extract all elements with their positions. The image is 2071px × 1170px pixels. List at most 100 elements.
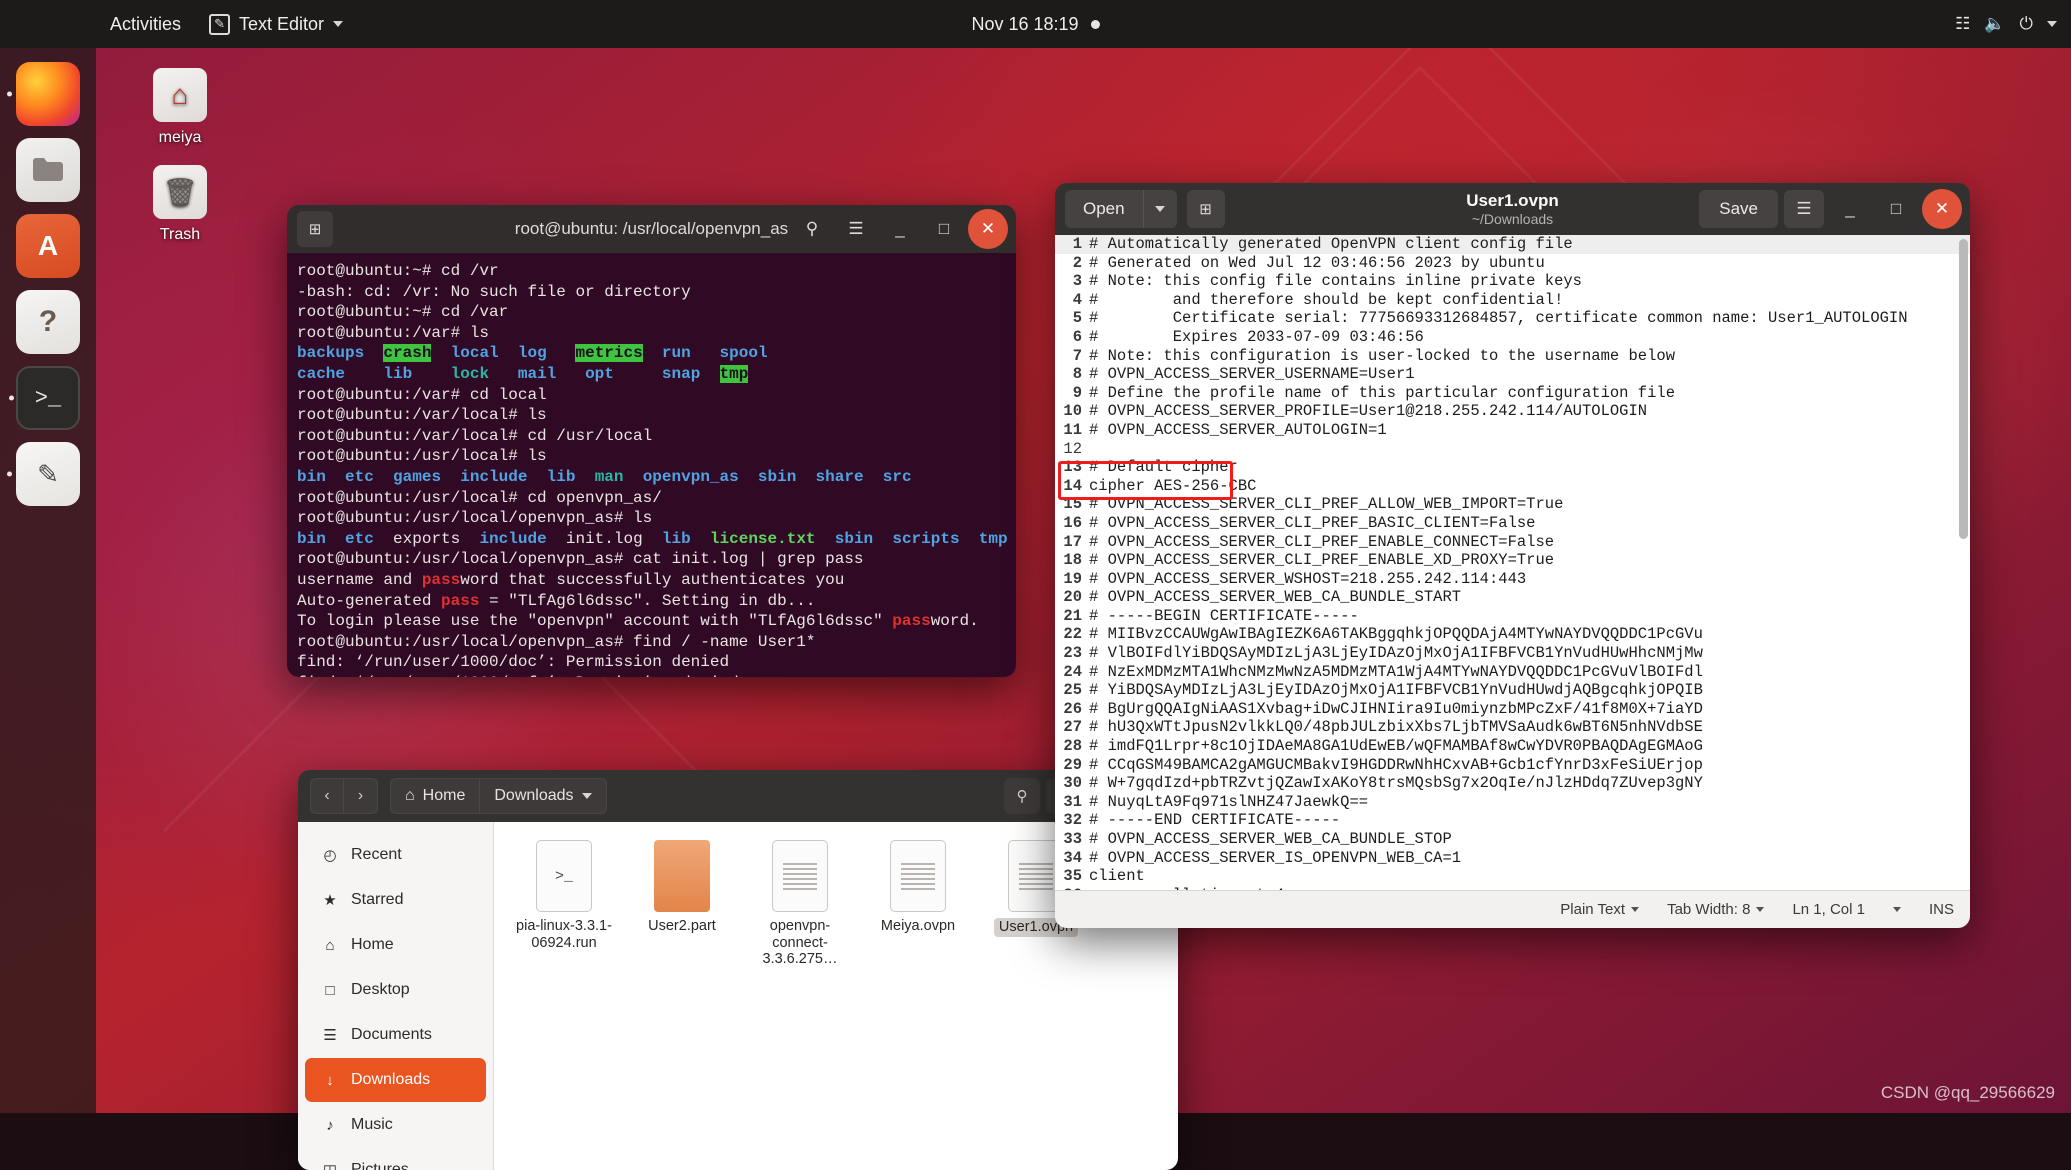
vertical-scrollbar[interactable]: [1959, 239, 1968, 539]
dock-item-firefox[interactable]: [16, 62, 80, 126]
desktop-icon-label: Trash: [125, 226, 235, 244]
file-item-label: openvpn-connect-3.3.6.275…: [763, 918, 838, 967]
system-tray[interactable]: ☷ 🔈 ⏻: [1955, 14, 2057, 34]
home-folder-icon: ⌂: [153, 68, 207, 122]
sidebar-item-desktop[interactable]: □Desktop: [305, 968, 486, 1012]
dock-item-ubuntu-software[interactable]: A: [16, 214, 80, 278]
clock-button[interactable]: Nov 16 18:19: [971, 14, 1099, 35]
chevron-down-icon: [333, 21, 343, 27]
code-line: 15# OVPN_ACCESS_SERVER_CLI_PREF_ALLOW_WE…: [1055, 495, 1970, 514]
dock-item-files[interactable]: [16, 138, 80, 202]
terminal-line: root@ubuntu:/usr/local/openvpn_as# cat i…: [297, 549, 1006, 570]
forward-button[interactable]: ›: [344, 778, 378, 814]
dock-item-text-editor[interactable]: ✎: [16, 442, 80, 506]
tab-width-selector[interactable]: Tab Width: 8: [1667, 901, 1764, 918]
terminal-window[interactable]: ⊞ root@ubuntu: /usr/local/openvpn_as ⚲ ☰…: [287, 205, 1016, 677]
code-line: 17# OVPN_ACCESS_SERVER_CLI_PREF_ENABLE_C…: [1055, 533, 1970, 552]
trash-icon: 🗑: [153, 165, 207, 219]
terminal-line: root@ubuntu:/var/local# ls: [297, 405, 1006, 426]
search-icon[interactable]: ⚲: [1004, 778, 1040, 814]
sidebar-item-recent[interactable]: ◴Recent: [305, 833, 486, 877]
sidebar-item-pictures[interactable]: ◰Pictures: [305, 1148, 486, 1170]
sidebar-item-home[interactable]: ⌂Home: [305, 923, 486, 967]
code-line: 35client: [1055, 867, 1970, 886]
line-number: 12: [1055, 440, 1089, 459]
desktop-icon-home-folder[interactable]: ⌂ meiya: [125, 68, 235, 147]
terminal-line: root@ubuntu:/var/local# cd /usr/local: [297, 426, 1006, 447]
code-text: # OVPN_ACCESS_SERVER_PROFILE=User1@218.2…: [1089, 402, 1647, 421]
breadcrumb-home[interactable]: ⌂ Home: [390, 778, 480, 814]
sidebar-item-label: Music: [351, 1116, 393, 1134]
text-editor-headerbar[interactable]: Open ⊞ User1.ovpn ~/Downloads Save ☰ _ □…: [1055, 183, 1970, 235]
file-item[interactable]: Meiya.ovpn: [862, 840, 974, 935]
open-button-group[interactable]: Open: [1065, 190, 1177, 228]
line-number: 27: [1055, 718, 1089, 737]
sidebar-item-documents[interactable]: ☰Documents: [305, 1013, 486, 1057]
terminal-line: bin etc exports include init.log lib lic…: [297, 529, 1006, 550]
save-button[interactable]: Save: [1699, 190, 1778, 228]
file-item[interactable]: >_pia-linux-3.3.1-06924.run: [508, 840, 620, 951]
terminal-search-icon[interactable]: ⚲: [792, 209, 832, 249]
terminal-maximize-button[interactable]: □: [924, 209, 964, 249]
open-button[interactable]: Open: [1065, 190, 1143, 228]
cursor-position[interactable]: Ln 1, Col 1: [1792, 901, 1901, 918]
star-icon: ★: [321, 891, 339, 909]
file-manager-window[interactable]: ‹ › ⌂ Home Downloads ⚲ ☰ ☰ ◴Recent★Starr…: [298, 770, 1178, 1170]
running-indicator-icon: [7, 92, 12, 97]
terminal-line: root@ubuntu:~# cd /var: [297, 302, 1006, 323]
hamburger-menu-icon[interactable]: ☰: [1784, 190, 1824, 228]
code-text: # OVPN_ACCESS_SERVER_WEB_CA_BUNDLE_STOP: [1089, 830, 1452, 849]
code-line: 7# Note: this configuration is user-lock…: [1055, 347, 1970, 366]
language-label: Plain Text: [1560, 901, 1625, 918]
dock-item-terminal[interactable]: >_: [16, 366, 80, 430]
file-item[interactable]: User2.part: [626, 840, 738, 935]
top-bar: Activities ✎ Text Editor Nov 16 18:19 ☷ …: [0, 0, 2071, 48]
code-text: # Automatically generated OpenVPN client…: [1089, 235, 1573, 254]
code-lines[interactable]: 1# Automatically generated OpenVPN clien…: [1055, 235, 1970, 890]
close-button[interactable]: ✕: [1922, 189, 1962, 229]
line-number: 21: [1055, 607, 1089, 626]
line-number: 35: [1055, 867, 1089, 886]
documents-icon: ☰: [321, 1026, 339, 1044]
code-line: 4# and therefore should be kept confiden…: [1055, 291, 1970, 310]
file-item[interactable]: openvpn-connect-3.3.6.275…: [744, 840, 856, 968]
new-tab-icon[interactable]: ⊞: [1187, 190, 1225, 228]
sidebar-item-starred[interactable]: ★Starred: [305, 878, 486, 922]
terminal-minimize-button[interactable]: _: [880, 209, 920, 249]
activities-button[interactable]: Activities: [96, 0, 195, 48]
app-menu-button[interactable]: ✎ Text Editor: [195, 0, 357, 48]
chevron-down-icon: [1756, 907, 1764, 912]
open-dropdown-button[interactable]: [1143, 190, 1177, 228]
line-number: 33: [1055, 830, 1089, 849]
terminal-output[interactable]: root@ubuntu:~# cd /vr-bash: cd: /vr: No …: [287, 253, 1016, 677]
dock-item-help[interactable]: ?: [16, 290, 80, 354]
text-editor-window[interactable]: Open ⊞ User1.ovpn ~/Downloads Save ☰ _ □…: [1055, 183, 1970, 928]
terminal-line: cache lib lock mail opt snap tmp: [297, 364, 1006, 385]
maximize-button[interactable]: □: [1876, 189, 1916, 229]
line-number: 24: [1055, 663, 1089, 682]
sidebar-item-music[interactable]: ♪Music: [305, 1103, 486, 1147]
terminal-close-button[interactable]: ✕: [968, 209, 1008, 249]
file-manager-headerbar[interactable]: ‹ › ⌂ Home Downloads ⚲ ☰ ☰: [298, 770, 1178, 822]
breadcrumb-downloads[interactable]: Downloads: [480, 778, 606, 814]
breadcrumb-label: Home: [423, 787, 466, 805]
text-editor-content[interactable]: 1# Automatically generated OpenVPN clien…: [1055, 235, 1970, 890]
sidebar-item-downloads[interactable]: ↓Downloads: [305, 1058, 486, 1102]
line-number: 7: [1055, 347, 1089, 366]
line-number: 3: [1055, 272, 1089, 291]
back-button[interactable]: ‹: [310, 778, 344, 814]
line-number: 11: [1055, 421, 1089, 440]
language-selector[interactable]: Plain Text: [1560, 901, 1639, 918]
sidebar-item-label: Recent: [351, 846, 402, 864]
code-line: 5# Certificate serial: 77756693312684857…: [1055, 309, 1970, 328]
minimize-button[interactable]: _: [1830, 189, 1870, 229]
new-tab-icon[interactable]: ⊞: [297, 211, 333, 247]
terminal-titlebar[interactable]: ⊞ root@ubuntu: /usr/local/openvpn_as ⚲ ☰…: [287, 205, 1016, 253]
terminal-menu-icon[interactable]: ☰: [836, 209, 876, 249]
desktop-icon-trash[interactable]: 🗑 Trash: [125, 165, 235, 244]
code-line: 25# YiBDQSAyMDIzLjA3LjEyIDAzOjMxOjA1IFBF…: [1055, 681, 1970, 700]
terminal-line: username and password that successfully …: [297, 570, 1006, 591]
code-text: # OVPN_ACCESS_SERVER_WEB_CA_BUNDLE_START: [1089, 588, 1461, 607]
code-text: # VlBOIFdlYiBDQSAyMDIzLjA3LjEyIDAzOjMxOj…: [1089, 644, 1703, 663]
terminal-line: root@ubuntu:/var# cd local: [297, 385, 1006, 406]
